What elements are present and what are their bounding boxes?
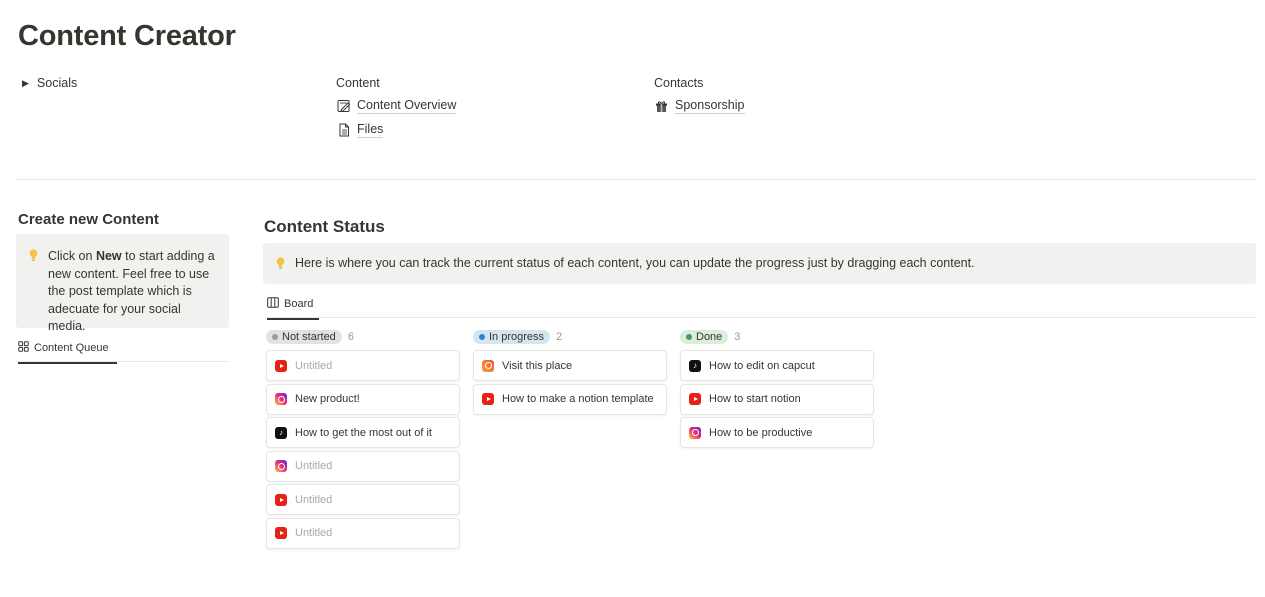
youtube-icon [275, 493, 287, 506]
card-title: How to be productive [709, 426, 813, 439]
board-icon [267, 297, 279, 311]
status-dot-icon [479, 334, 485, 340]
sponsorship-link-label[interactable]: Sponsorship [675, 98, 745, 114]
column-count: 3 [734, 331, 741, 343]
section-divider [16, 179, 1256, 180]
youtube-icon [689, 393, 701, 405]
sidebar-callout: Click on New to start adding a new conte… [16, 234, 229, 333]
contacts-links-column: Contacts Sponsorship [654, 76, 745, 122]
socials-toggle-block[interactable]: ▶ Socials [22, 76, 77, 90]
content-heading: Content [336, 76, 380, 90]
card-title: How to start notion [709, 393, 801, 405]
card-title: How to get the most out of it [295, 426, 432, 439]
card-title: How to edit on capcut [709, 359, 815, 372]
card-title: Visit this place [502, 359, 573, 372]
files-link[interactable]: Files [336, 122, 456, 138]
main-callout: Here is where you can track the current … [263, 243, 1256, 284]
status-dot-icon [686, 334, 692, 340]
status-badge[interactable]: Not started [266, 330, 342, 344]
socials-toggle-label: Socials [36, 76, 78, 90]
lightbulb-icon [26, 248, 40, 318]
sponsorship-link[interactable]: Sponsorship [654, 98, 745, 114]
column-header: Done 3 [680, 329, 874, 345]
content-links-column: Content Content Overview Files [336, 76, 457, 146]
main-callout-text: Here is where you can track the current … [295, 255, 975, 270]
status-badge[interactable]: Done [680, 330, 729, 344]
status-label: Not started [282, 331, 336, 343]
tab-board-label: Board [284, 298, 314, 310]
toggle-arrow-icon[interactable]: ▶ [22, 78, 29, 89]
board-card[interactable]: ♪ How to edit on capcut [680, 350, 874, 381]
content-status-title: Content Status [264, 217, 385, 236]
column-count: 6 [347, 331, 354, 343]
status-label: In progress [489, 331, 545, 343]
column-header: In progress 2 [473, 329, 667, 345]
board-card[interactable]: Untitled [266, 350, 460, 381]
content-overview-link-label[interactable]: Content Overview [357, 98, 457, 114]
board-card[interactable]: Untitled [266, 450, 460, 482]
youtube-icon [275, 359, 287, 372]
lightbulb-icon [273, 257, 287, 270]
board-card[interactable]: How to start notion [680, 383, 874, 415]
board-column-done: Done 3 ♪ How to edit on capcut How to start … [680, 329, 874, 451]
sidebar-callout-text: Click on New to start adding a new conte… [48, 248, 215, 333]
tiktok-icon: ♪ [275, 426, 287, 439]
board-card[interactable]: Untitled [266, 517, 460, 549]
board-card[interactable]: Untitled [266, 484, 460, 515]
board-card[interactable]: New product! [266, 383, 460, 415]
tiktok-icon: ♪ [689, 359, 701, 372]
gift-icon [654, 99, 669, 114]
board-card[interactable]: ♪ How to get the most out of it [266, 417, 460, 448]
document-icon [336, 123, 351, 138]
gallery-icon [18, 341, 29, 355]
card-title: Untitled [295, 527, 333, 539]
card-title: New product! [295, 393, 360, 405]
socials-toggle[interactable]: ▶ Socials [22, 76, 77, 90]
card-title: Untitled [295, 460, 333, 472]
status-dot-icon [272, 334, 278, 340]
instagram-icon [275, 393, 287, 405]
callout-new-keyword: New [95, 249, 122, 263]
page-title: Content Creator [18, 20, 236, 52]
instagram-icon [275, 460, 287, 472]
youtube-icon [275, 527, 287, 539]
contacts-heading: Contacts [654, 76, 704, 90]
card-title: Untitled [295, 493, 333, 506]
column-count: 2 [556, 331, 563, 343]
create-content-title: Create new Content [18, 211, 159, 228]
content-overview-link[interactable]: Content Overview [336, 98, 457, 114]
board-column-not-started: Not started 6 Untitled New product! ♪ How to … [266, 329, 460, 551]
youtube-icon [482, 393, 494, 405]
board-tab-underline [263, 317, 1256, 318]
card-title: How to make a notion template [502, 393, 654, 405]
board-card[interactable]: How to be productive [680, 417, 874, 448]
board-card[interactable]: Visit this place [473, 350, 667, 381]
edit-note-icon [336, 99, 351, 114]
tab-content-queue-label: Content Queue [34, 342, 109, 354]
files-link-label[interactable]: Files [357, 122, 384, 138]
card-title: Untitled [295, 359, 333, 372]
status-badge[interactable]: In progress [473, 330, 551, 344]
board-column-in-progress: In progress 2 Visit this place How to make … [473, 329, 667, 417]
status-label: Done [696, 331, 723, 343]
column-header: Not started 6 [266, 329, 460, 345]
sidebar-tab-underline [16, 361, 229, 362]
callout-prefix: Click on [48, 249, 96, 263]
board-card[interactable]: How to make a notion template [473, 383, 667, 415]
instagram-icon [482, 359, 494, 372]
instagram-icon [689, 426, 701, 439]
